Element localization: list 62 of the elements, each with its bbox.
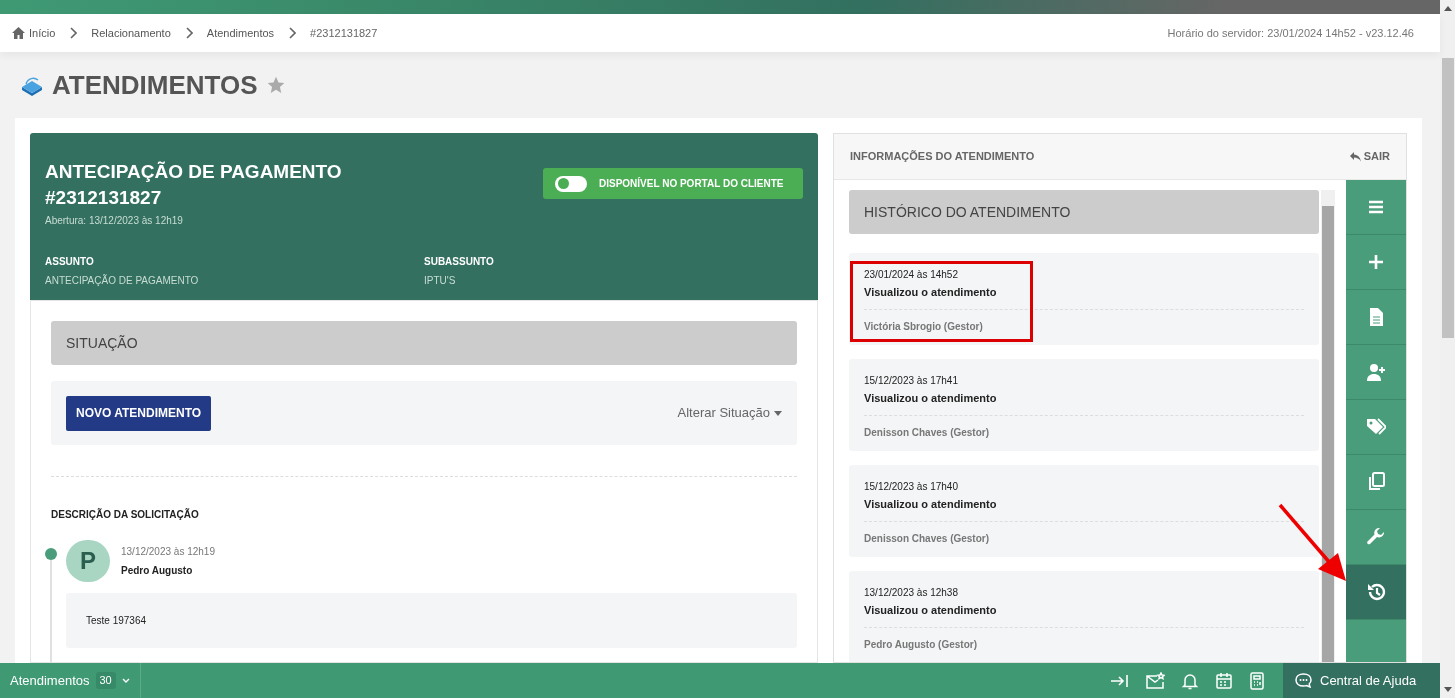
message-box: Teste 197364 — [66, 593, 797, 648]
count-badge: 30 — [95, 672, 116, 689]
entry-user: Pedro Augusto (Gestor) — [864, 637, 978, 652]
author-name: Pedro Augusto — [121, 564, 194, 578]
add-icon — [1366, 252, 1386, 272]
entry-action: Visualizou o atendimento — [864, 285, 998, 300]
breadcrumb-link[interactable]: Início — [29, 24, 56, 42]
section-heading: SITUAÇÃO — [51, 321, 797, 365]
section-heading: HISTÓRICO DO ATENDIMENTO — [849, 190, 1319, 234]
wrench-icon — [1366, 527, 1386, 547]
new-ticket-button[interactable]: NOVO ATENDIMENTO — [66, 395, 212, 431]
help-center-button[interactable]: Central de Ajuda — [1283, 663, 1440, 698]
home-icon — [12, 27, 25, 39]
entry-date: 15/12/2023 às 17h41 — [864, 374, 959, 388]
entry-user: Denisson Chaves (Gestor) — [864, 425, 991, 440]
exit-link[interactable]: SAIR — [1349, 148, 1390, 165]
entry-date: 13/12/2023 às 12h19 — [121, 545, 215, 559]
reply-icon — [1349, 151, 1361, 162]
entry-date: 23/01/2024 às 14h52 — [864, 268, 959, 282]
chevron-down-icon — [121, 677, 130, 684]
field-label: SUBASSUNTO — [424, 255, 495, 269]
caret-icon — [774, 410, 782, 416]
breadcrumb-link[interactable]: Relacionamento — [91, 24, 171, 42]
breadcrumb-link[interactable]: Atendimentos — [206, 24, 275, 42]
field-value: IPTU'S — [424, 274, 457, 288]
avatar: P — [66, 540, 110, 582]
tags-icon — [1366, 417, 1386, 437]
tickets-menu-button[interactable]: Atendimentos 30 — [0, 663, 141, 698]
copy-icon — [1366, 472, 1386, 492]
entry-user: Denisson Chaves (Gestor) — [864, 531, 991, 546]
chevron-icon — [69, 27, 78, 39]
field-value: ANTECIPAÇÃO DE PAGAMENTO — [45, 273, 200, 288]
chat-icon — [1295, 673, 1312, 688]
toggle-switch[interactable] — [555, 175, 587, 192]
scrollbar[interactable] — [1321, 190, 1335, 662]
field-label: ASSUNTO — [45, 255, 95, 269]
entry-date: 13/12/2023 às 12h38 — [864, 586, 959, 600]
ticket-title: ANTECIPAÇÃO DE PAGAMENTO #2312131827 — [45, 160, 343, 210]
scroll-up-icon[interactable] — [1443, 6, 1452, 11]
change-status-dropdown[interactable]: Alterar Situação — [677, 403, 782, 423]
page-title: ATENDIMENTOS — [52, 68, 258, 102]
entry-date: 15/12/2023 às 17h40 — [864, 480, 959, 494]
chevron-icon — [184, 27, 193, 39]
tool-button[interactable] — [1346, 565, 1406, 620]
add-user-icon — [1366, 362, 1386, 382]
scroll-down-icon[interactable] — [1443, 687, 1452, 692]
opening-date: Abertura: 13/12/2023 às 12h19 — [45, 214, 184, 228]
mail-star-icon[interactable] — [1145, 671, 1165, 690]
section-heading: DESCRIÇÃO DA SOLICITAÇÃO — [51, 507, 200, 522]
entry-action: Visualizou o atendimento — [864, 603, 998, 618]
server-time: Horário do servidor: 23/01/2024 14h52 - v23.12.46 — [1167, 25, 1414, 41]
star-icon[interactable] — [265, 75, 286, 95]
entry-action: Visualizou o atendimento — [864, 497, 998, 512]
calendar-icon[interactable] — [1215, 671, 1233, 690]
panel-title: INFORMAÇÕES DO ATENDIMENTO — [850, 149, 1035, 165]
bell-icon[interactable] — [1181, 671, 1199, 690]
breadcrumb-link[interactable]: #2312131827 — [310, 24, 378, 42]
entry-action: Visualizou o atendimento — [864, 391, 998, 406]
entry-user: Victória Sbrogio (Gestor) — [864, 319, 984, 334]
chevron-icon — [288, 27, 297, 39]
calculator-icon[interactable] — [1249, 671, 1265, 690]
history-icon — [1366, 582, 1386, 602]
